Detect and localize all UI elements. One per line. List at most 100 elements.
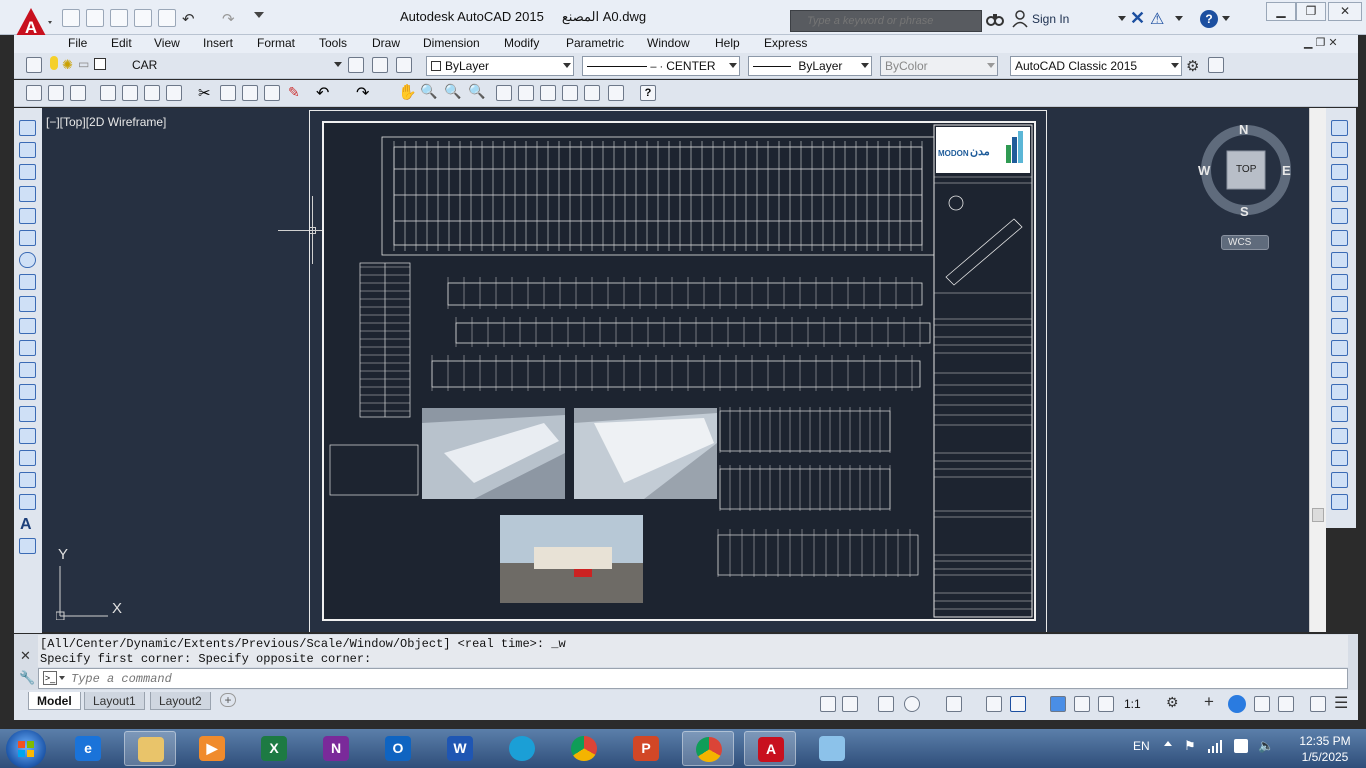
isodraft-icon[interactable] [946, 696, 962, 712]
taskbar-outlook[interactable]: O [372, 731, 424, 766]
taskbar-word[interactable]: W [434, 731, 486, 766]
stretch-icon[interactable] [1331, 296, 1348, 312]
auto-scale-icon[interactable] [1074, 696, 1090, 712]
spline-icon[interactable] [19, 296, 36, 312]
publish-icon[interactable] [144, 85, 160, 101]
undo-icon[interactable]: ↶ [182, 10, 195, 28]
zoom-previous-icon[interactable]: 🔍 [468, 83, 485, 100]
a360-icon[interactable]: ⚠ [1150, 9, 1164, 29]
tab-layout2[interactable]: Layout2 [150, 692, 211, 710]
match-properties-icon[interactable] [264, 85, 280, 101]
color-dropdown[interactable]: ByLayer [426, 56, 574, 76]
break-icon[interactable] [1331, 384, 1348, 400]
arc-icon[interactable] [19, 230, 36, 246]
3d-print-icon[interactable] [166, 85, 182, 101]
object-snap-tracking-icon[interactable] [986, 696, 1002, 712]
sheet-set-icon[interactable] [562, 85, 578, 101]
make-block-icon[interactable] [19, 384, 36, 400]
insert-block-icon[interactable] [19, 362, 36, 378]
recent-commands-icon[interactable]: >_ [43, 671, 57, 685]
new-file-icon[interactable] [62, 9, 80, 27]
erase-icon[interactable] [1331, 120, 1348, 136]
break-at-point-icon[interactable] [1331, 362, 1348, 378]
cut-icon[interactable]: ✂ [198, 84, 211, 102]
search-input[interactable] [805, 11, 981, 31]
sign-in-link[interactable]: Sign In [1032, 12, 1069, 26]
taskbar-media-player[interactable]: ▶ [186, 731, 238, 766]
redo-icon[interactable]: ↷ [222, 10, 235, 28]
annotation-monitor-plus-icon[interactable]: + [1204, 692, 1214, 712]
qnew-icon[interactable] [26, 85, 42, 101]
layer-previous-icon[interactable] [372, 57, 388, 73]
system-clock[interactable]: 12:35 PM 1/5/2025 [1290, 733, 1360, 765]
menu-window[interactable]: Window [647, 36, 690, 50]
plot-toolbar-icon[interactable] [100, 85, 116, 101]
chamfer-icon[interactable] [1331, 428, 1348, 444]
isolate-objects-icon[interactable] [1228, 695, 1246, 713]
paste-icon[interactable] [242, 85, 258, 101]
layer-properties-icon[interactable] [26, 57, 42, 73]
tool-palettes-icon[interactable] [540, 85, 556, 101]
menu-draw[interactable]: Draw [372, 36, 400, 50]
open-file-icon[interactable] [86, 9, 104, 27]
taskbar-paint[interactable] [806, 731, 858, 766]
taskbar-file-explorer[interactable] [124, 731, 176, 766]
help-icon[interactable]: ? [1200, 10, 1218, 28]
customize-wrench-icon[interactable]: 🔧 [19, 670, 35, 686]
viewcube-west[interactable]: W [1198, 163, 1210, 178]
snap-mode-icon[interactable] [842, 696, 858, 712]
workspace-dropdown[interactable]: AutoCAD Classic 2015 [1010, 56, 1182, 76]
hardware-acceleration-icon[interactable] [1254, 696, 1270, 712]
sign-in-dropdown-icon[interactable] [1118, 16, 1126, 21]
region-icon[interactable] [19, 472, 36, 488]
block-editor-icon[interactable]: ✎ [288, 84, 300, 101]
rotate-icon[interactable] [1331, 252, 1348, 268]
show-hidden-icons[interactable] [1164, 741, 1172, 746]
open-icon[interactable] [48, 85, 64, 101]
multiline-text-icon[interactable]: A [20, 516, 32, 534]
properties-icon[interactable] [496, 85, 512, 101]
menu-express[interactable]: Express [764, 36, 807, 50]
plot-icon[interactable] [158, 9, 176, 27]
close-button[interactable]: ✕ [1328, 2, 1362, 21]
add-selected-icon[interactable] [19, 538, 36, 554]
exchange-icon[interactable]: ✕ [1130, 8, 1145, 29]
menu-tools[interactable]: Tools [319, 36, 347, 50]
close-command-line-icon[interactable]: ✕ [20, 648, 31, 664]
blend-curves-icon[interactable] [1331, 472, 1348, 488]
save-toolbar-icon[interactable] [70, 85, 86, 101]
save-icon[interactable] [110, 9, 128, 27]
action-center-flag-icon[interactable]: ⚑ [1184, 738, 1196, 754]
revision-cloud-icon[interactable] [19, 274, 36, 290]
viewcube-south[interactable]: S [1240, 204, 1249, 219]
make-current-layer-icon[interactable] [348, 57, 364, 73]
clean-screen-icon[interactable] [1208, 57, 1224, 73]
gradient-icon[interactable] [19, 450, 36, 466]
table-icon[interactable] [19, 494, 36, 510]
hatch-icon[interactable] [19, 428, 36, 444]
menu-modify[interactable]: Modify [504, 36, 539, 50]
polyline-icon[interactable] [19, 164, 36, 180]
save-as-icon[interactable] [134, 9, 152, 27]
ellipse-arc-icon[interactable] [19, 340, 36, 356]
menu-edit[interactable]: Edit [111, 36, 132, 50]
ellipse-icon[interactable] [19, 318, 36, 334]
menu-file[interactable]: File [68, 36, 87, 50]
battery-icon[interactable] [1234, 739, 1248, 753]
input-language[interactable]: EN [1133, 739, 1150, 753]
linetype-dropdown[interactable]: – · CENTER [582, 56, 740, 76]
rectangle-icon[interactable] [19, 208, 36, 224]
plotstyle-dropdown[interactable]: ByColor [880, 56, 998, 76]
start-button[interactable] [6, 730, 46, 768]
menu-parametric[interactable]: Parametric [566, 36, 624, 50]
scrollbar-thumb[interactable] [1312, 508, 1324, 522]
circle-icon[interactable] [19, 252, 36, 268]
design-center-icon[interactable] [518, 85, 534, 101]
taskbar-internet-explorer[interactable]: e [62, 731, 114, 766]
menu-help[interactable]: Help [715, 36, 740, 50]
new-layout-icon[interactable]: + [220, 693, 236, 707]
clean-screen-status-icon[interactable] [1278, 696, 1294, 712]
menu-format[interactable]: Format [257, 36, 295, 50]
grid-icon[interactable] [820, 696, 836, 712]
annotation-scale-value[interactable]: 1:1 [1124, 697, 1141, 711]
